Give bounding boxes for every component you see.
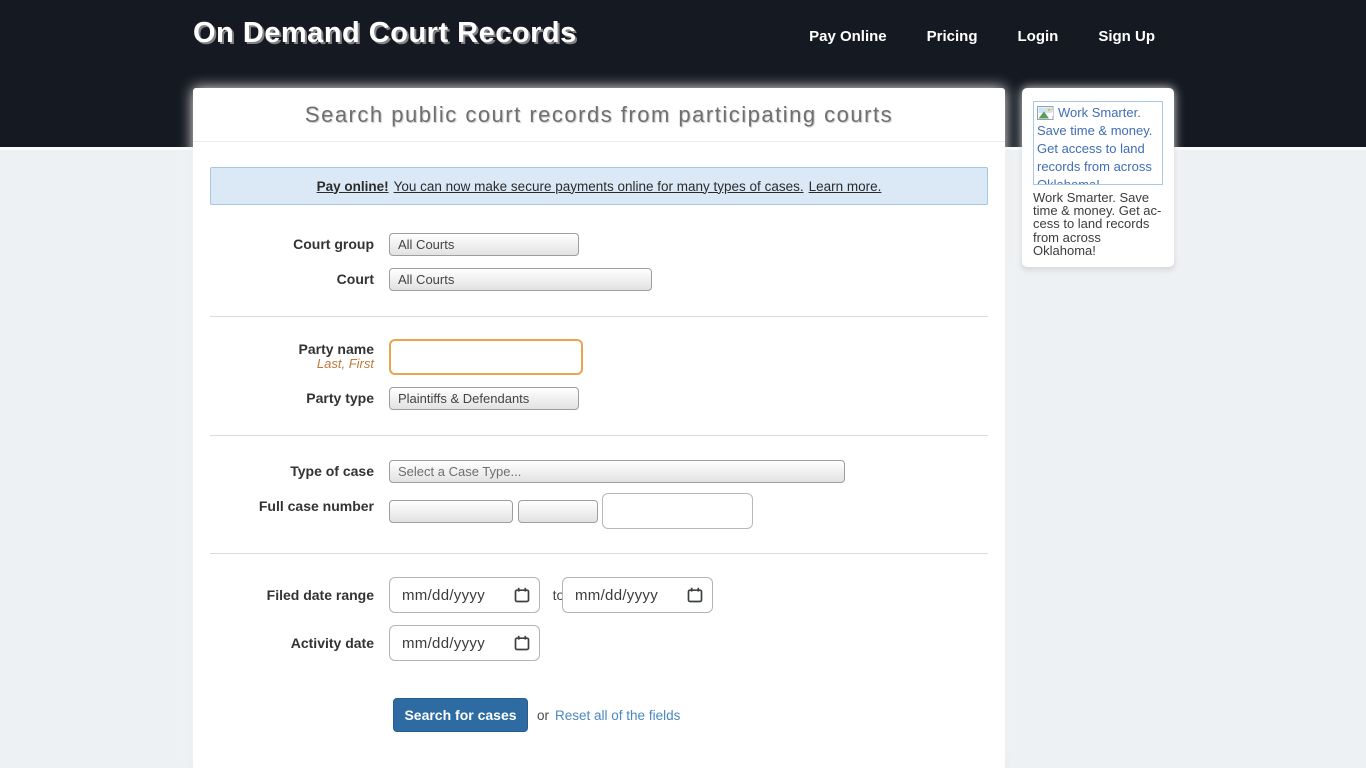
nav-login[interactable]: Login [1018, 28, 1059, 45]
notice-text: You can now make secure payments online … [394, 179, 804, 194]
notice-bold-text: Pay online! [317, 179, 389, 194]
or-text: or [537, 708, 549, 723]
party-name-label: Party name Last, First [210, 342, 374, 371]
court-group-value: All Courts [398, 237, 454, 252]
court-group-label: Court group [210, 233, 374, 256]
separator [210, 553, 988, 554]
case-number-part2-select[interactable] [518, 500, 598, 523]
ad-card: Work Smarter. Save time & money. Get acc… [1022, 88, 1174, 267]
nav-sign-up[interactable]: Sign Up [1098, 28, 1155, 45]
site-logo[interactable]: On Demand Court Records [193, 17, 577, 50]
case-number-part3-input[interactable] [602, 493, 753, 529]
party-type-label: Party type [210, 387, 374, 410]
ad-caption: Work Smarter. Save time & money. Get ac-… [1033, 191, 1167, 257]
nav-pricing[interactable]: Pricing [927, 28, 978, 45]
date-placeholder: mm/dd/yyyy [575, 587, 658, 604]
filed-date-row: Filed date range mm/dd/yyyy to mm/dd/yyy… [210, 577, 988, 613]
court-row: Court All Courts [210, 268, 988, 291]
filed-from-date-input[interactable]: mm/dd/yyyy [389, 577, 540, 613]
party-type-value: Plaintiffs & Defendants [398, 391, 529, 406]
court-select[interactable]: All Courts [389, 268, 652, 291]
activity-date-row: Activity date mm/dd/yyyy [210, 625, 988, 661]
case-type-label: Type of case [210, 460, 374, 483]
case-type-value: Select a Case Type... [398, 464, 521, 479]
ad-caption-line: from across [1033, 231, 1167, 244]
pay-online-notice-link[interactable]: Pay online! You can now make secure paym… [210, 167, 988, 205]
calendar-icon[interactable] [514, 635, 530, 651]
filed-date-label: Filed date range [210, 577, 374, 613]
party-name-hint: Last, First [210, 357, 374, 371]
search-panel: Search public court records from partici… [193, 88, 1005, 768]
case-type-select[interactable]: Select a Case Type... [389, 460, 845, 483]
party-name-row: Party name Last, First [210, 339, 988, 375]
filed-to-date-input[interactable]: mm/dd/yyyy [562, 577, 713, 613]
search-button[interactable]: Search for cases [393, 698, 528, 732]
date-placeholder: mm/dd/yyyy [402, 587, 485, 604]
case-number-label: Full case number [210, 495, 374, 518]
court-group-select[interactable]: All Courts [389, 233, 579, 256]
party-type-select[interactable]: Plaintiffs & Defendants [389, 387, 579, 410]
learn-more-link[interactable]: Learn more. [809, 179, 882, 194]
court-value: All Courts [398, 272, 454, 287]
case-type-row: Type of case Select a Case Type... [210, 460, 988, 483]
case-number-part1-select[interactable] [389, 500, 513, 523]
calendar-icon[interactable] [514, 587, 530, 603]
court-label: Court [210, 268, 374, 291]
calendar-icon[interactable] [687, 587, 703, 603]
party-name-input[interactable] [389, 339, 583, 375]
submit-row: Search for cases or Reset all of the fie… [393, 698, 988, 732]
activity-date-input[interactable]: mm/dd/yyyy [389, 625, 540, 661]
ad-caption-line: cess to land records [1033, 217, 1167, 230]
case-number-row: Full case number [210, 493, 988, 529]
broken-image-icon [1037, 106, 1055, 121]
party-type-row: Party type Plaintiffs & Defendants [210, 387, 988, 410]
separator [210, 316, 988, 317]
reset-link[interactable]: Reset all of the fields [555, 708, 680, 723]
activity-date-label: Activity date [210, 625, 374, 661]
date-placeholder: mm/dd/yyyy [402, 635, 485, 652]
separator [210, 435, 988, 436]
nav-pay-online[interactable]: Pay Online [809, 28, 887, 45]
main-nav: Pay Online Pricing Login Sign Up [809, 28, 1155, 45]
ad-image-link[interactable]: Work Smarter. Save time & money. Get acc… [1033, 101, 1163, 185]
page-title: Search public court records from partici… [305, 102, 893, 128]
ad-caption-line: Oklahoma! [1033, 244, 1167, 257]
panel-heading: Search public court records from partici… [193, 88, 1005, 142]
court-group-row: Court group All Courts [210, 233, 988, 256]
